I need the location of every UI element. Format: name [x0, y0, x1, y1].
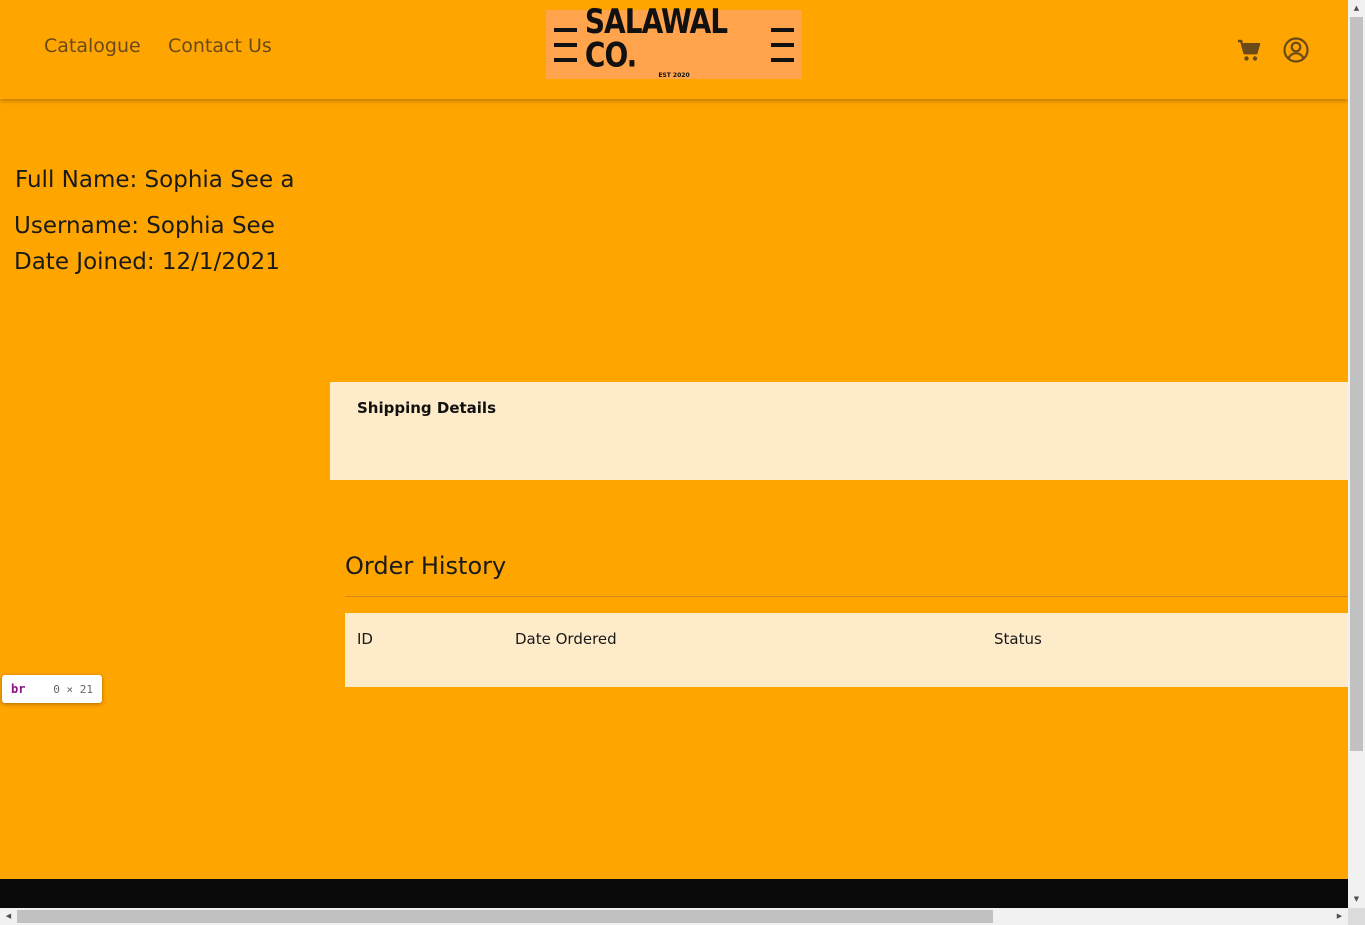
horizontal-scrollbar-thumb[interactable]: [17, 910, 993, 923]
scroll-up-arrow-icon[interactable]: ▲: [1348, 0, 1365, 17]
page: Catalogue Contact Us SALAWAL CO. EST 202…: [0, 0, 1348, 908]
order-history-divider: [345, 596, 1348, 597]
profile-full-name: Full Name: Sophia See a: [15, 167, 295, 193]
scrollbar-corner: [1348, 908, 1365, 925]
nav-link-contact-us[interactable]: Contact Us: [168, 35, 272, 57]
site-header: Catalogue Contact Us SALAWAL CO. EST 202…: [0, 0, 1348, 99]
shopping-cart-icon[interactable]: [1237, 39, 1261, 63]
scroll-down-arrow-icon[interactable]: ▼: [1348, 891, 1365, 908]
column-header-id: ID: [357, 630, 373, 648]
column-header-date-ordered: Date Ordered: [515, 630, 617, 648]
tooltip-tag-name: br: [11, 682, 26, 696]
scroll-left-arrow-icon[interactable]: ◀: [0, 908, 17, 925]
vertical-scrollbar[interactable]: ▲ ▼: [1348, 0, 1365, 908]
tooltip-dimensions: 0 × 21: [53, 683, 93, 696]
horizontal-scrollbar[interactable]: ◀ ▶: [0, 908, 1348, 925]
logo-tagline: EST 2020: [658, 71, 690, 79]
shipping-details-panel: Shipping Details: [330, 382, 1348, 480]
brand-logo[interactable]: SALAWAL CO. EST 2020: [546, 4, 802, 79]
order-history-table: ID Date Ordered Status: [345, 613, 1348, 687]
logo-text: SALAWAL CO. EST 2020: [585, 4, 763, 79]
devtools-element-tooltip: br 0 × 21: [2, 675, 102, 703]
site-footer: [0, 879, 1348, 908]
logo-bars-right: [771, 27, 794, 62]
nav-link-catalogue[interactable]: Catalogue: [44, 35, 141, 57]
user-circle-icon[interactable]: [1283, 37, 1309, 63]
logo-name: SALAWAL CO.: [584, 1, 728, 75]
scroll-right-arrow-icon[interactable]: ▶: [1331, 908, 1348, 925]
logo-bars-left: [554, 27, 577, 62]
vertical-scrollbar-thumb[interactable]: [1350, 17, 1363, 751]
order-history-title: Order History: [345, 552, 507, 580]
shipping-details-title: Shipping Details: [357, 399, 497, 417]
column-header-status: Status: [994, 630, 1042, 648]
profile-username: Username: Sophia See: [14, 213, 275, 239]
profile-date-joined: Date Joined: 12/1/2021: [14, 249, 280, 275]
